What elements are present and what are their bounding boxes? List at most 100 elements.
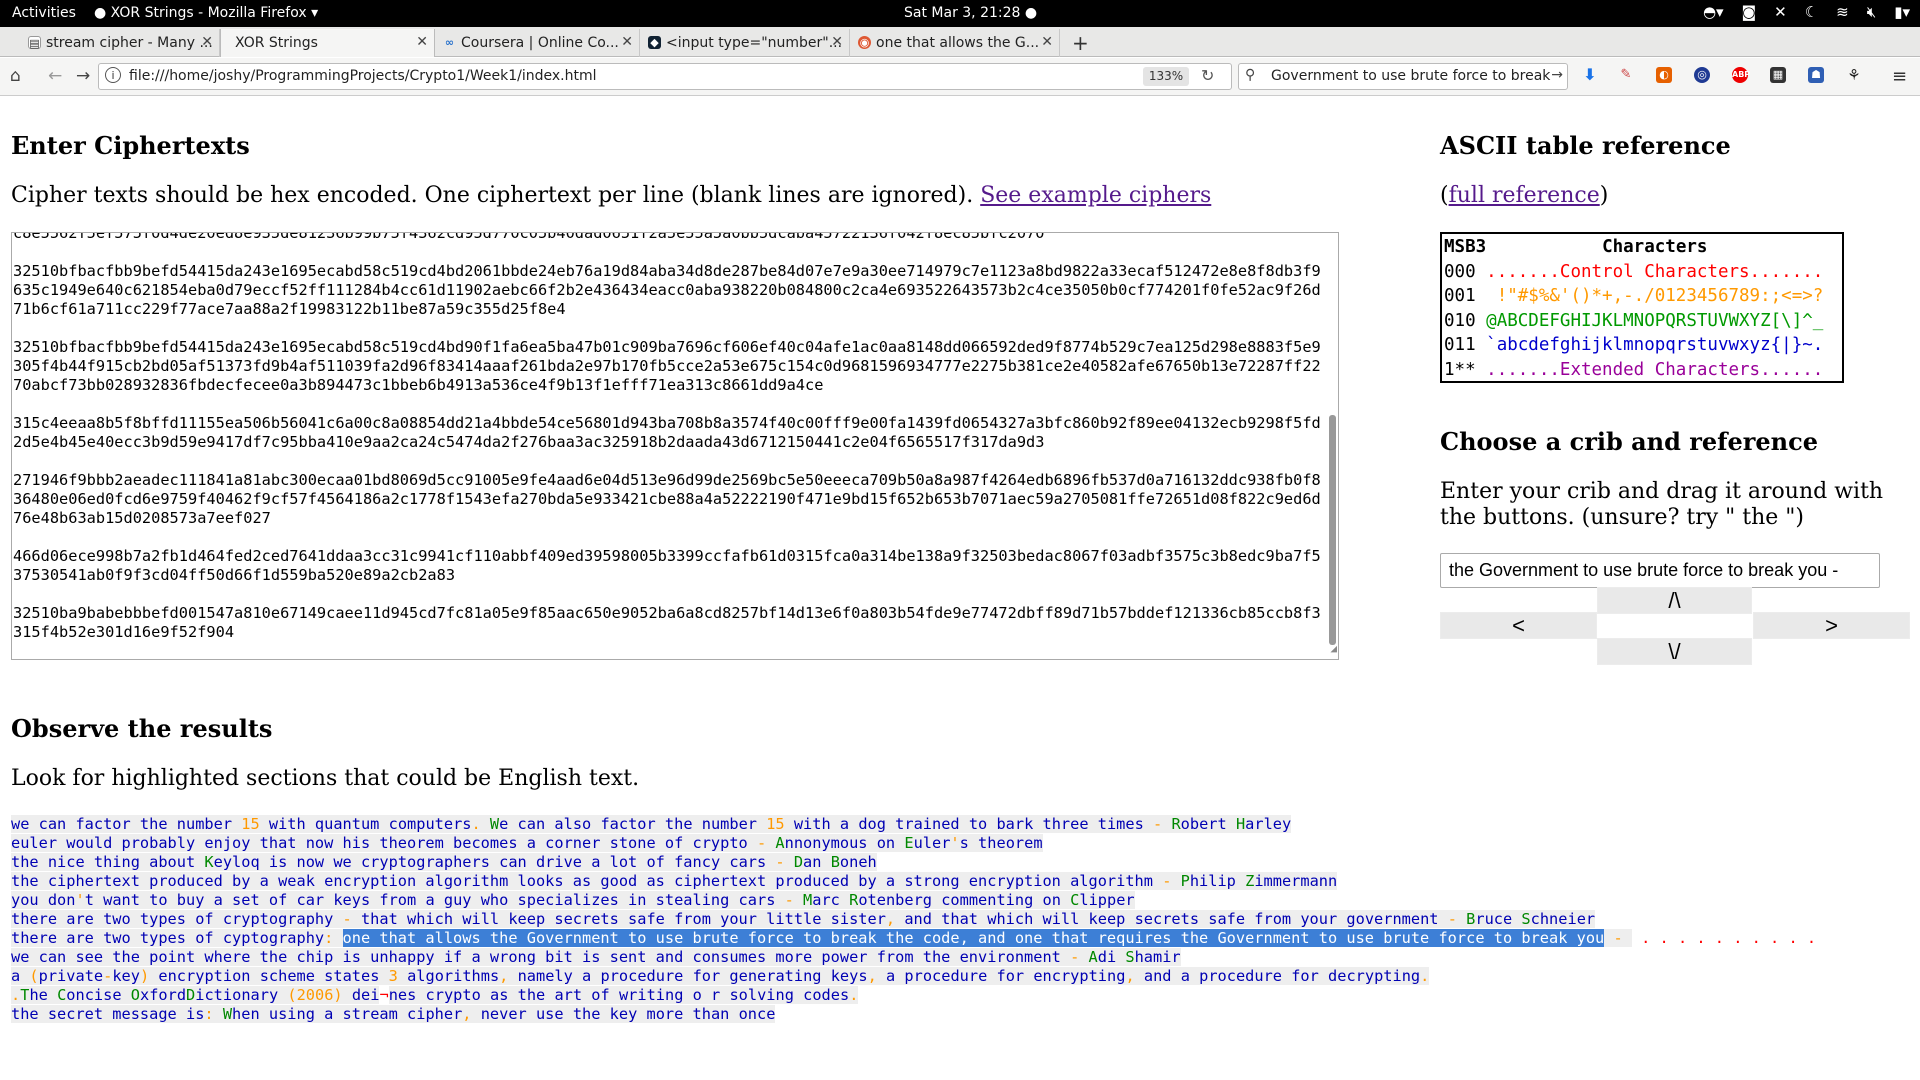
ascii-col-msb: MSB3 <box>1444 237 1487 257</box>
new-tab-button[interactable]: + <box>1072 31 1089 55</box>
adblock-icon[interactable]: ABP <box>1732 67 1750 83</box>
result-line: the secret message is: When using a stre… <box>11 1005 1816 1024</box>
ghostery-icon[interactable]: ☗ <box>1808 67 1824 83</box>
url-text[interactable]: file:///home/joshy/ProgrammingProjects/C… <box>129 68 597 84</box>
results-heading: Observe the results <box>11 714 273 743</box>
close-icon[interactable]: ✕ <box>621 34 633 50</box>
result-segment: - <box>756 834 776 852</box>
result-segment: . <box>1420 967 1430 985</box>
ciphertext-textarea[interactable]: c8e5562f5ef575f0d4de20ed8e935de81236b99b… <box>11 232 1339 660</box>
result-segment: private <box>38 967 104 985</box>
result-segment: , <box>885 910 905 928</box>
search-go-icon[interactable]: → <box>1551 67 1563 83</box>
result-segment: ictionary <box>195 986 288 1004</box>
textarea-scrollbar[interactable] <box>1329 415 1336 645</box>
result-segment: . <box>849 986 859 1004</box>
tab-xor-strings[interactable]: XOR Strings ✕ <box>220 29 435 57</box>
search-bar[interactable]: ⚲ Government to use brute force to break… <box>1238 63 1568 90</box>
result-segment: di <box>1097 948 1126 966</box>
tab-duckduckgo-search[interactable]: ◉ one that allows the G... ✕ <box>850 29 1060 57</box>
tab-label: stream cipher - Many ... <box>46 35 213 51</box>
extension-fox-icon[interactable]: ◐ <box>1656 67 1672 83</box>
full-reference-link[interactable]: full reference <box>1449 183 1600 208</box>
result-segment: a procedure for encrypting <box>885 967 1126 985</box>
download-icon[interactable]: ⬇ <box>1582 67 1598 83</box>
chat-tray-icon[interactable]: ◙ <box>1742 3 1757 21</box>
battery-icon[interactable]: ▮▾ <box>1894 3 1910 21</box>
resize-handle-icon[interactable]: ◢ <box>1330 639 1337 658</box>
cipher-partial-line: c8e5562f5ef575f0d4de20ed8e935de81236b99b… <box>13 232 1045 242</box>
cipher-line: 315c4eeaa8b5f8bffd11155ea506b56041c6a00c… <box>13 414 1321 451</box>
zoom-level[interactable]: 133% <box>1143 67 1189 86</box>
system-tray[interactable]: ◓▾ ◙ ✕ ☾ ≋ 🔇︎ ▮▾ <box>1703 3 1910 21</box>
reload-icon[interactable]: ↻ <box>1201 66 1214 85</box>
info-icon[interactable]: i <box>105 67 121 83</box>
result-segment: , <box>499 967 518 985</box>
extension-icon[interactable]: ✎ <box>1618 67 1634 83</box>
result-segment: - <box>1070 948 1089 966</box>
tab-coursera[interactable]: ∞ Coursera | Online Co... ✕ <box>435 29 640 57</box>
app-menu[interactable]: ● XOR Strings - Mozilla Firefox ▾ <box>94 5 318 21</box>
url-bar[interactable]: i file:///home/joshy/ProgrammingProjects… <box>98 63 1232 90</box>
extension-globe-icon[interactable]: ◎ <box>1694 67 1710 83</box>
result-segment: arc <box>812 891 850 909</box>
result-segment: O <box>130 986 140 1004</box>
ascii-chars: @ABCDEFGHIJKLMNOPQRSTUVWXYZ[\]^_ <box>1486 310 1824 331</box>
menu-icon[interactable]: ≡ <box>1892 66 1907 87</box>
cipher-line: 271946f9bbb2aeadec111841a81abc300ecaa01b… <box>13 471 1321 527</box>
result-segment: hen using a stream cipher <box>232 1005 463 1023</box>
crib-left-button[interactable]: < <box>1440 612 1597 639</box>
steam-tray-icon[interactable]: ◓▾ <box>1703 3 1724 21</box>
close-icon[interactable]: ✕ <box>831 34 843 50</box>
result-segment: and that which will keep secrets safe fr… <box>904 910 1448 928</box>
volume-muted-icon[interactable]: 🔇︎ <box>1867 3 1876 21</box>
tab-stream-cipher[interactable]: ▤ stream cipher - Many ... ✕ <box>20 29 220 57</box>
crib-right-button[interactable]: > <box>1753 612 1910 639</box>
result-segment: namely a procedure for generating keys <box>517 967 868 985</box>
forward-icon[interactable]: → <box>76 66 90 86</box>
crib-up-button[interactable]: /\ <box>1597 587 1752 614</box>
result-line: euler would probably enjoy that now his … <box>11 834 1816 853</box>
result-segment: A <box>1088 948 1098 966</box>
result-segment: s theorem <box>959 834 1043 852</box>
result-segment: we can see the point where the chip is u… <box>11 948 1071 966</box>
tools-tray-icon[interactable]: ✕ <box>1774 3 1787 21</box>
close-icon[interactable]: ✕ <box>1041 34 1053 50</box>
see-example-ciphers-link[interactable]: See example ciphers <box>980 183 1211 208</box>
result-line: the nice thing about Keyloq is now we cr… <box>11 853 1816 872</box>
result-segment: eyloq is now we cryptographers can drive… <box>213 853 776 871</box>
result-segment: M <box>803 891 813 909</box>
clock[interactable]: Sat Mar 3, 21:28 ● <box>904 5 1037 21</box>
result-segment: W <box>222 1005 233 1023</box>
close-icon[interactable]: ✕ <box>201 34 213 50</box>
ascii-chars: .......Control Characters....... <box>1486 261 1824 282</box>
result-line: a (private-key) encryption scheme states… <box>11 967 1816 986</box>
back-icon[interactable]: ← <box>48 66 62 86</box>
tab-input-number[interactable]: ◆ <input type="number"... ✕ <box>640 29 850 57</box>
result-segment: dei <box>342 986 380 1004</box>
home-icon[interactable]: ⌂ <box>10 66 21 86</box>
night-light-icon[interactable]: ☾ <box>1805 3 1818 21</box>
search-input[interactable]: Government to use brute force to break y… <box>1271 68 1551 84</box>
activities-button[interactable]: Activities <box>12 5 76 21</box>
result-line: there are two types of cryptography - th… <box>11 910 1816 929</box>
qr-code-icon[interactable]: ▦ <box>1770 67 1786 83</box>
result-segment: D <box>793 853 804 871</box>
ascii-table: MSB3 Characters 000 .......Control Chara… <box>1440 232 1844 383</box>
ciphertext-content[interactable]: c8e5562f5ef575f0d4de20ed8e935de81236b99b… <box>13 232 1325 659</box>
ascii-code: 000 <box>1444 261 1476 282</box>
stackexchange-icon: ▤ <box>28 36 41 50</box>
result-segment: an <box>803 853 831 871</box>
extension-feather-icon[interactable]: ⚘ <box>1846 67 1862 83</box>
result-segment: . <box>11 986 21 1004</box>
system-top-bar: Activities ● XOR Strings - Mozilla Firef… <box>0 0 1920 27</box>
crib-input[interactable]: the Government to use brute force to bre… <box>1440 553 1880 588</box>
wifi-icon[interactable]: ≋ <box>1836 3 1849 21</box>
result-segment: t want to buy a set of car keys from a g… <box>84 891 785 909</box>
result-segment: xford <box>139 986 187 1004</box>
close-icon[interactable]: ✕ <box>416 34 428 50</box>
result-segment: B <box>830 853 840 871</box>
result-segment: , <box>867 967 886 985</box>
crib-down-button[interactable]: \/ <box>1597 638 1752 665</box>
ascii-chars: .......Extended Characters...... <box>1486 359 1824 380</box>
